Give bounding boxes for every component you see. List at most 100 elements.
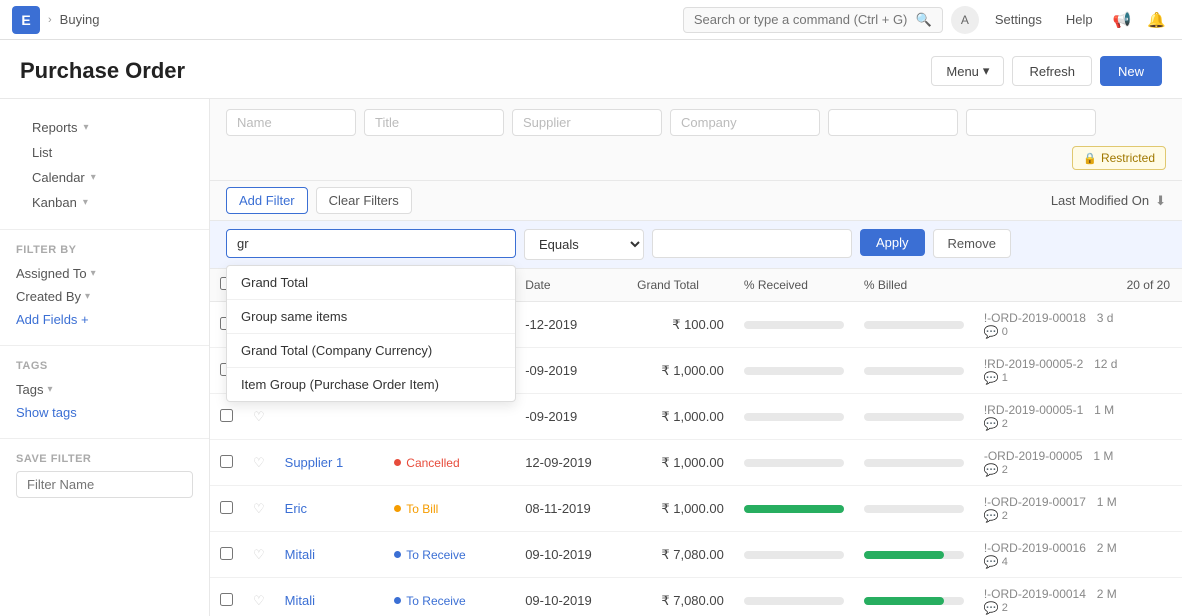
- refresh-button[interactable]: Refresh: [1012, 56, 1092, 86]
- row-billed: [854, 440, 974, 486]
- apply-button[interactable]: Apply: [860, 229, 925, 256]
- row-checkbox[interactable]: [220, 455, 233, 468]
- row-name[interactable]: Eric: [275, 486, 377, 532]
- filter-text-input[interactable]: [226, 229, 516, 258]
- tags-caret-icon: ▾: [47, 384, 52, 395]
- row-checkbox-cell: [210, 440, 243, 486]
- row-meta: !-ORD-2019-00017 1 M 💬 2: [974, 486, 1182, 532]
- row-billed: [854, 578, 974, 616]
- save-filter-input[interactable]: [16, 471, 193, 498]
- row-date: -09-2019: [515, 348, 627, 394]
- search-input[interactable]: [694, 12, 910, 27]
- tags-title: TAGS: [16, 360, 193, 372]
- sidebar-divider: [0, 229, 209, 230]
- calendar-caret-icon: ▾: [91, 172, 96, 183]
- show-tags-button[interactable]: Show tags: [16, 401, 193, 424]
- row-name[interactable]: Supplier 1: [275, 440, 377, 486]
- th-date[interactable]: Date: [515, 269, 627, 302]
- created-by-caret-icon: ▾: [85, 291, 90, 302]
- filter-equals-select[interactable]: Equals: [524, 229, 644, 260]
- clear-filters-button[interactable]: Clear Filters: [316, 187, 412, 214]
- th-received[interactable]: % Received: [734, 269, 854, 302]
- filter-bar: 🔒 Restricted: [210, 99, 1182, 181]
- th-grand-total[interactable]: Grand Total: [627, 269, 734, 302]
- sidebar-item-calendar[interactable]: Calendar ▾: [16, 165, 193, 190]
- search-bar[interactable]: 🔍: [683, 7, 943, 33]
- supplier-search-input[interactable]: [512, 109, 662, 136]
- assigned-to-caret-icon: ▾: [91, 268, 96, 279]
- notification-icon[interactable]: 🔔: [1143, 7, 1170, 33]
- menu-chevron-icon: ▾: [983, 63, 990, 79]
- restricted-row: 🔒 Restricted: [226, 146, 1166, 170]
- sort-direction-icon[interactable]: ⬇: [1155, 193, 1166, 209]
- row-received: [734, 440, 854, 486]
- row-favorite-cell[interactable]: ♡: [243, 440, 275, 486]
- row-name[interactable]: Mitali: [275, 532, 377, 578]
- menu-button[interactable]: Menu ▾: [931, 56, 1004, 86]
- avatar[interactable]: A: [951, 6, 979, 34]
- table-row: ♡ Mitali To Receive 09-10-2019 ₹ 7,080.0…: [210, 578, 1182, 616]
- lock-icon: 🔒: [1083, 152, 1097, 165]
- tags-item[interactable]: Tags ▾: [16, 378, 193, 401]
- title-search-input[interactable]: [364, 109, 504, 136]
- filter-value-input[interactable]: [652, 229, 852, 258]
- row-status: To Receive: [376, 532, 515, 578]
- row-date: 08-11-2019: [515, 486, 627, 532]
- filter-assigned-to[interactable]: Assigned To ▾: [16, 262, 193, 285]
- status-dot-icon: [394, 597, 401, 604]
- row-comments: 💬 0: [984, 325, 1172, 339]
- dropdown-item-grand-total-company[interactable]: Grand Total (Company Currency): [227, 334, 515, 368]
- row-favorite-cell[interactable]: ♡: [243, 578, 275, 616]
- status-badge: Cancelled: [386, 454, 467, 472]
- settings-button[interactable]: Settings: [987, 8, 1050, 31]
- row-checkbox[interactable]: [220, 409, 233, 422]
- add-filter-button[interactable]: Add Filter: [226, 187, 308, 214]
- dropdown-item-item-group[interactable]: Item Group (Purchase Order Item): [227, 368, 515, 401]
- dropdown-item-grand-total[interactable]: Grand Total: [227, 266, 515, 300]
- row-checkbox[interactable]: [220, 547, 233, 560]
- filter-buttons: Add Filter Clear Filters: [226, 187, 412, 214]
- announcement-icon[interactable]: 📢: [1109, 7, 1136, 33]
- extra2-search-input[interactable]: [966, 109, 1096, 136]
- row-billed: [854, 532, 974, 578]
- row-checkbox[interactable]: [220, 593, 233, 606]
- name-search-input[interactable]: [226, 109, 356, 136]
- new-button[interactable]: New: [1100, 56, 1162, 86]
- restricted-badge[interactable]: 🔒 Restricted: [1072, 146, 1166, 170]
- company-search-input[interactable]: [670, 109, 820, 136]
- row-date: 12-09-2019: [515, 440, 627, 486]
- dropdown-item-group-same[interactable]: Group same items: [227, 300, 515, 334]
- sidebar-item-kanban[interactable]: Kanban ▾: [16, 190, 193, 215]
- row-comments: 💬 4: [984, 555, 1172, 569]
- row-checkbox[interactable]: [220, 501, 233, 514]
- sidebar-divider-2: [0, 345, 209, 346]
- sidebar-item-reports[interactable]: Reports ▾: [16, 115, 193, 140]
- row-billed: [854, 486, 974, 532]
- row-date: -12-2019: [515, 302, 627, 348]
- row-order-id: !RD-2019-00005-1: [984, 403, 1083, 417]
- row-favorite-cell[interactable]: ♡: [243, 486, 275, 532]
- row-favorite-cell[interactable]: ♡: [243, 532, 275, 578]
- row-age: 12 d: [1094, 357, 1117, 371]
- row-order-id: !RD-2019-00005-2: [984, 357, 1083, 371]
- extra1-search-input[interactable]: [828, 109, 958, 136]
- row-comments: 💬 2: [984, 509, 1172, 523]
- row-meta: !-ORD-2019-00014 2 M 💬 2: [974, 578, 1182, 616]
- app-icon[interactable]: E: [12, 6, 40, 34]
- th-billed[interactable]: % Billed: [854, 269, 974, 302]
- remove-button[interactable]: Remove: [933, 229, 1011, 258]
- row-name[interactable]: Mitali: [275, 578, 377, 616]
- add-fields-button[interactable]: Add Fields +: [16, 308, 193, 331]
- filter-builder: Grand Total Group same items Grand Total…: [210, 221, 1182, 269]
- filter-created-by[interactable]: Created By ▾: [16, 285, 193, 308]
- filter-actions-row: Add Filter Clear Filters Last Modified O…: [210, 181, 1182, 221]
- top-nav: E › Buying 🔍 A Settings Help 📢 🔔: [0, 0, 1182, 40]
- status-badge: To Bill: [386, 500, 446, 518]
- kanban-caret-icon: ▾: [83, 197, 88, 208]
- row-comments: 💬 2: [984, 417, 1172, 431]
- row-billed: [854, 302, 974, 348]
- row-received: [734, 532, 854, 578]
- sidebar-item-list[interactable]: List: [16, 140, 193, 165]
- help-button[interactable]: Help: [1058, 8, 1101, 31]
- main-content: 🔒 Restricted Add Filter Clear Filters La…: [210, 99, 1182, 616]
